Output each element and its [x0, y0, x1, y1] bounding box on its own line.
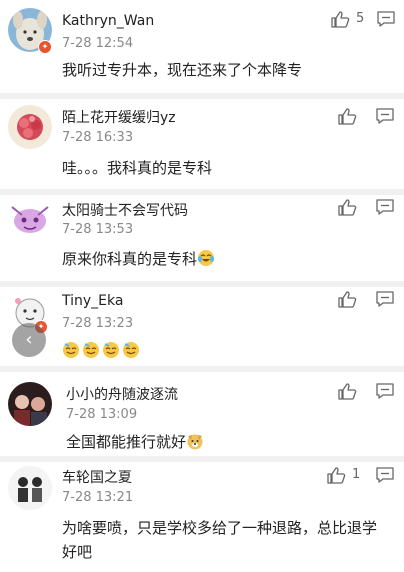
like-count: 5: [356, 11, 365, 26]
comment-icon[interactable]: [375, 382, 395, 400]
sweat-smile-emoji-icon: [63, 342, 79, 358]
comment-author[interactable]: 小小的舟随波逐流: [66, 384, 178, 404]
like-count: 1: [352, 467, 361, 482]
comment-author[interactable]: 陌上花开缓缓归yz: [62, 107, 176, 127]
comment-icon[interactable]: [375, 107, 395, 125]
comment-item: 陌上花开缓缓归yz 7-28 16:33 哇。。。我科真的是专科: [0, 99, 404, 191]
laughing-crying-emoji-icon: [198, 250, 215, 266]
comment-text: 原来你科真的是专科: [62, 247, 392, 271]
sweat-smile-emoji-icon: [83, 342, 99, 358]
comment-author[interactable]: Kathryn_Wan: [62, 13, 154, 29]
comment-icon[interactable]: [375, 466, 395, 484]
back-button[interactable]: ‹: [12, 323, 46, 357]
thumbs-up-icon[interactable]: [337, 107, 357, 125]
chevron-left-icon: ‹: [25, 329, 33, 350]
avatar[interactable]: [8, 466, 52, 510]
avatar[interactable]: [8, 197, 52, 241]
comment-text-content: 全国都能推行就好: [66, 433, 187, 451]
sweat-smile-emoji-icon: [123, 342, 139, 358]
comment-text: 为啥要喷，只是学校多给了一种退路，总比退学好吧: [62, 519, 378, 561]
comment-time: 7-28 13:53: [62, 222, 134, 237]
comment-item: 车轮国之夏 7-28 13:21 为啥要喷，只是学校多给了一种退路，总比退学好吧…: [0, 462, 404, 572]
avatar[interactable]: [8, 382, 52, 426]
comment-time: 7-28 13:21: [62, 490, 134, 505]
comment-author[interactable]: 车轮国之夏: [62, 467, 132, 487]
comment-text: 全国都能推行就好: [66, 430, 396, 454]
comment-item: 小小的舟随波逐流 7-28 13:09 全国都能推行就好: [0, 372, 404, 458]
comment-author[interactable]: 太阳骑士不会写代码: [62, 200, 188, 220]
comment-time: 7-28 16:33: [62, 130, 134, 145]
comment-item: 太阳骑士不会写代码 7-28 13:53 原来你科真的是专科: [0, 195, 404, 285]
avatar[interactable]: [8, 105, 52, 149]
thumbs-up-icon[interactable]: [337, 198, 357, 216]
sweat-smile-emoji-icon: [103, 342, 119, 358]
thumbs-up-icon[interactable]: [330, 10, 350, 28]
comment-time: 7-28 13:23: [62, 316, 134, 331]
comment-icon[interactable]: [376, 10, 396, 28]
thumbs-up-icon[interactable]: [326, 466, 346, 484]
thumbs-up-icon[interactable]: [337, 382, 357, 400]
comment-icon[interactable]: [375, 198, 395, 216]
comment-time: 7-28 12:54: [62, 36, 134, 51]
comment-text: 我听过专升本，现在还来了个本降专: [62, 61, 303, 79]
comment-item: ✦ Tiny_Eka 7-28 13:23: [0, 287, 404, 367]
comment-icon[interactable]: [375, 290, 395, 308]
doge-emoji-icon: [187, 434, 203, 450]
thumbs-up-icon[interactable]: [337, 290, 357, 308]
comment-time: 7-28 13:09: [66, 407, 138, 422]
verified-badge-icon: ✦: [38, 40, 52, 54]
comment-item: ✦ Kathryn_Wan 7-28 12:54 我听过专升本，现在还来了个本降…: [0, 0, 404, 96]
comment-text-content: 原来你科真的是专科: [62, 250, 198, 268]
comment-author[interactable]: Tiny_Eka: [62, 293, 123, 309]
comment-text: 哇。。。我科真的是专科: [62, 159, 213, 177]
comment-text: [62, 339, 392, 363]
